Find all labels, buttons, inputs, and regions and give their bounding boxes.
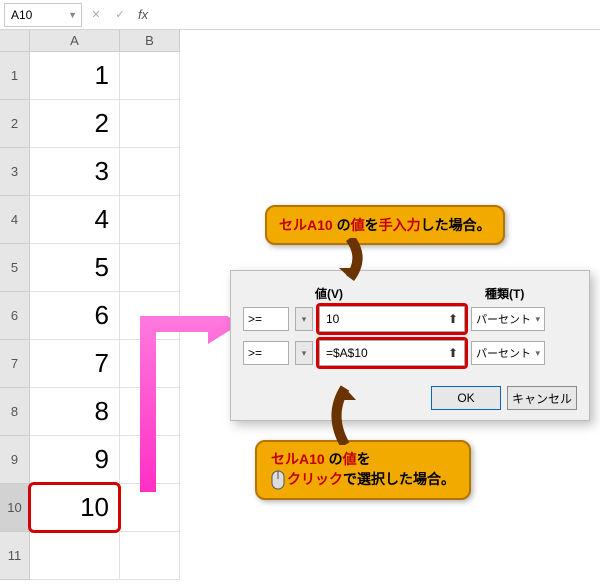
table-row: 33: [0, 148, 600, 196]
row-header[interactable]: 9: [0, 436, 30, 484]
cancel-edit-icon: ✕: [86, 6, 106, 24]
cell[interactable]: 8: [30, 388, 120, 436]
col-header-a[interactable]: A: [30, 30, 120, 52]
value-input-2[interactable]: =$A$10 ⬆: [319, 340, 465, 366]
dialog-value-label: 値(V): [315, 285, 477, 302]
row-header[interactable]: 6: [0, 292, 30, 340]
fx-icon[interactable]: fx: [138, 7, 148, 22]
cell[interactable]: [120, 244, 180, 292]
table-row: 22: [0, 100, 600, 148]
cell[interactable]: 7: [30, 340, 120, 388]
table-row: 11: [0, 532, 600, 580]
dialog-type-label: 種類(T): [485, 285, 524, 302]
row-header[interactable]: 3: [0, 148, 30, 196]
name-box[interactable]: A10 ▼: [4, 3, 82, 27]
cell[interactable]: [120, 148, 180, 196]
chevron-down-icon: ▾: [302, 314, 307, 325]
dialog-panel: 値(V) 種類(T) >= ▾ 10 ⬆ パーセント ▾ >= ▾ =$A$10…: [230, 270, 590, 421]
chevron-down-icon: ▾: [302, 348, 307, 359]
cell[interactable]: [120, 196, 180, 244]
type-dropdown-2[interactable]: パーセント ▾: [471, 341, 545, 365]
name-box-value: A10: [11, 8, 32, 22]
value-input-1[interactable]: 10 ⬆: [319, 306, 465, 332]
table-row: 11: [0, 52, 600, 100]
cell[interactable]: 5: [30, 244, 120, 292]
ok-button[interactable]: OK: [431, 386, 501, 410]
cell[interactable]: 3: [30, 148, 120, 196]
operator-dropdown-1-btn[interactable]: ▾: [295, 307, 313, 331]
cell[interactable]: [120, 340, 180, 388]
chevron-down-icon: ▾: [535, 348, 540, 359]
callout-click-select: セルA10 の値を クリックで選択した場合。: [255, 440, 471, 500]
row-header[interactable]: 1: [0, 52, 30, 100]
row-header[interactable]: 10: [0, 484, 30, 532]
cell[interactable]: 9: [30, 436, 120, 484]
mouse-icon: [271, 470, 285, 490]
cell[interactable]: [120, 100, 180, 148]
chevron-down-icon[interactable]: ▼: [68, 10, 77, 20]
confirm-edit-icon: ✓: [110, 6, 130, 24]
cell[interactable]: [120, 388, 180, 436]
col-header-b[interactable]: B: [120, 30, 180, 52]
operator-dropdown-2[interactable]: >=: [243, 341, 289, 365]
cell[interactable]: 6: [30, 292, 120, 340]
row-header[interactable]: 11: [0, 532, 30, 580]
cell[interactable]: 2: [30, 100, 120, 148]
cell[interactable]: [120, 292, 180, 340]
cell[interactable]: 1: [30, 52, 120, 100]
cell[interactable]: [120, 532, 180, 580]
callout-manual-entry: セルA10 の値を手入力した場合。: [265, 205, 505, 245]
chevron-down-icon: ▾: [535, 314, 540, 325]
cell[interactable]: [120, 484, 180, 532]
row-header[interactable]: 4: [0, 196, 30, 244]
range-picker-icon[interactable]: ⬆: [448, 312, 458, 326]
operator-dropdown-1[interactable]: >=: [243, 307, 289, 331]
cell[interactable]: [120, 52, 180, 100]
cell[interactable]: 10: [30, 484, 120, 532]
cancel-button[interactable]: キャンセル: [507, 386, 577, 410]
cell[interactable]: [120, 436, 180, 484]
row-header[interactable]: 5: [0, 244, 30, 292]
cell[interactable]: 4: [30, 196, 120, 244]
cell[interactable]: [30, 532, 120, 580]
type-dropdown-1[interactable]: パーセント ▾: [471, 307, 545, 331]
row-header[interactable]: 2: [0, 100, 30, 148]
operator-dropdown-2-btn[interactable]: ▾: [295, 341, 313, 365]
row-header[interactable]: 7: [0, 340, 30, 388]
range-picker-icon[interactable]: ⬆: [448, 346, 458, 360]
select-all-corner[interactable]: [0, 30, 30, 52]
row-header[interactable]: 8: [0, 388, 30, 436]
